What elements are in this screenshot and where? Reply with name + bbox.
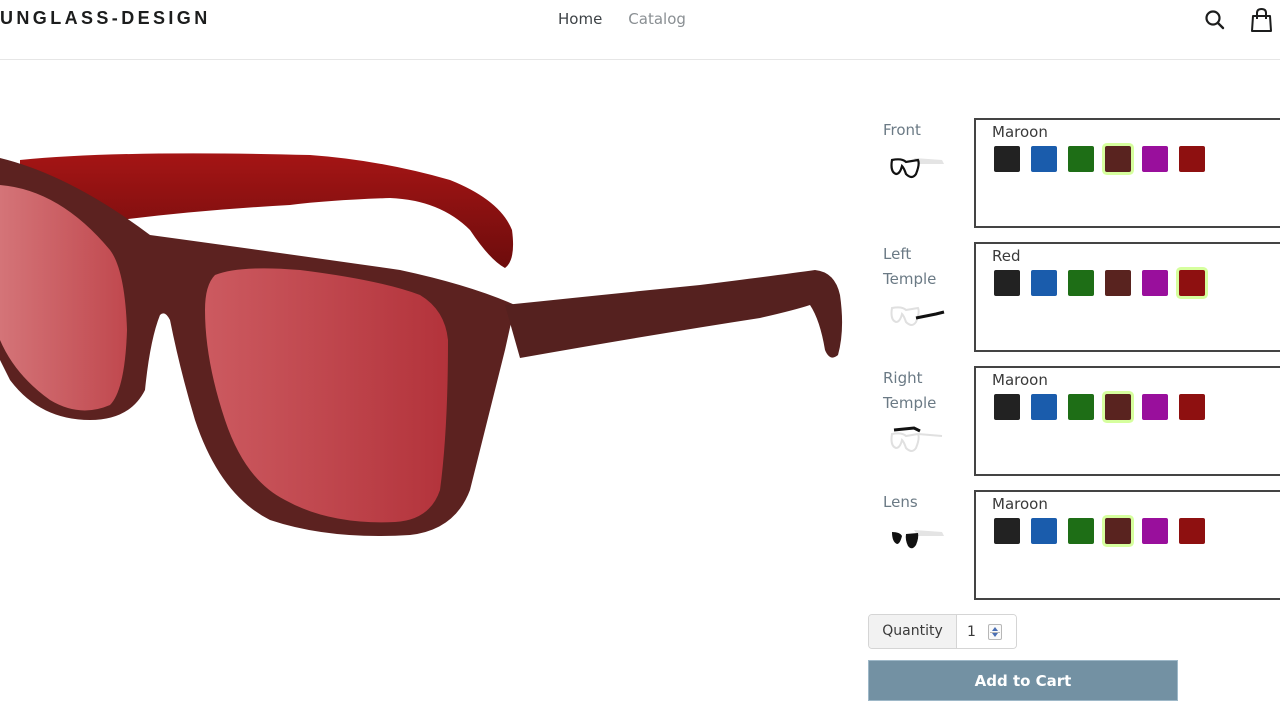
site-logo[interactable]: UNGLASS-DESIGN (0, 8, 211, 29)
color-selector: Maroon (974, 490, 1280, 600)
color-swatch-black[interactable] (994, 270, 1020, 296)
color-swatch-red[interactable] (1179, 518, 1205, 544)
increment-arrow-icon[interactable] (992, 627, 998, 631)
swatch-list (994, 146, 1205, 172)
quantity-label: Quantity (869, 615, 957, 648)
option-label: Left Temple (883, 245, 937, 288)
color-swatch-purple[interactable] (1142, 146, 1168, 172)
main-nav: Home Catalog (558, 10, 686, 28)
front-part-icon (890, 158, 944, 179)
selected-color-name: Maroon (992, 495, 1048, 513)
color-swatch-maroon[interactable] (1105, 146, 1131, 172)
color-swatch-green[interactable] (1068, 518, 1094, 544)
decrement-arrow-icon[interactable] (992, 633, 998, 637)
color-selector: Maroon (974, 366, 1280, 476)
option-right-temple: Right Temple Maroon (868, 366, 1280, 478)
option-label: Front (883, 121, 921, 139)
swatch-list (994, 270, 1205, 296)
right-temple-part-icon (890, 426, 943, 452)
option-left-temple: Left Temple Red (868, 242, 1280, 354)
left-temple-part-icon (890, 306, 945, 326)
selected-color-name: Maroon (992, 123, 1048, 141)
product-3d-viewer[interactable] (0, 100, 860, 570)
option-label: Lens (883, 493, 918, 511)
color-swatch-black[interactable] (994, 146, 1020, 172)
option-lens: Lens Maroon (868, 490, 1280, 602)
color-swatch-black[interactable] (994, 394, 1020, 420)
color-selector: Red (974, 242, 1280, 352)
search-button[interactable] (1202, 7, 1228, 33)
color-swatch-maroon[interactable] (1105, 518, 1131, 544)
swatch-list (994, 518, 1205, 544)
lens-part-icon (892, 530, 944, 549)
option-label: Right Temple (883, 369, 937, 412)
color-swatch-blue[interactable] (1031, 518, 1057, 544)
quantity-input[interactable] (957, 615, 1016, 648)
quantity-field: Quantity (868, 614, 1017, 649)
color-swatch-green[interactable] (1068, 146, 1094, 172)
color-swatch-red[interactable] (1179, 146, 1205, 172)
option-front: Front Maroon (868, 118, 1280, 230)
cart-button[interactable] (1250, 7, 1276, 33)
color-swatch-purple[interactable] (1142, 394, 1168, 420)
shopping-bag-icon (1251, 7, 1272, 32)
nav-catalog[interactable]: Catalog (628, 10, 686, 28)
color-swatch-blue[interactable] (1031, 394, 1057, 420)
color-swatch-green[interactable] (1068, 394, 1094, 420)
nav-home[interactable]: Home (558, 10, 602, 28)
selected-color-name: Red (992, 247, 1021, 265)
color-swatch-maroon[interactable] (1105, 394, 1131, 420)
site-header: UNGLASS-DESIGN Home Catalog (0, 0, 1280, 60)
color-swatch-purple[interactable] (1142, 518, 1168, 544)
sunglasses-image (0, 153, 843, 536)
color-swatch-red[interactable] (1179, 394, 1205, 420)
color-swatch-blue[interactable] (1031, 270, 1057, 296)
color-swatch-green[interactable] (1068, 270, 1094, 296)
color-swatch-blue[interactable] (1031, 146, 1057, 172)
color-swatch-black[interactable] (994, 518, 1020, 544)
swatch-list (994, 394, 1205, 420)
right-temple (505, 270, 843, 358)
quantity-stepper[interactable] (988, 624, 1002, 640)
color-swatch-purple[interactable] (1142, 270, 1168, 296)
selected-color-name: Maroon (992, 371, 1048, 389)
color-selector: Maroon (974, 118, 1280, 228)
color-swatch-maroon[interactable] (1105, 270, 1131, 296)
color-swatch-red[interactable] (1179, 270, 1205, 296)
search-icon (1205, 10, 1225, 30)
add-to-cart-button[interactable]: Add to Cart (868, 660, 1178, 701)
